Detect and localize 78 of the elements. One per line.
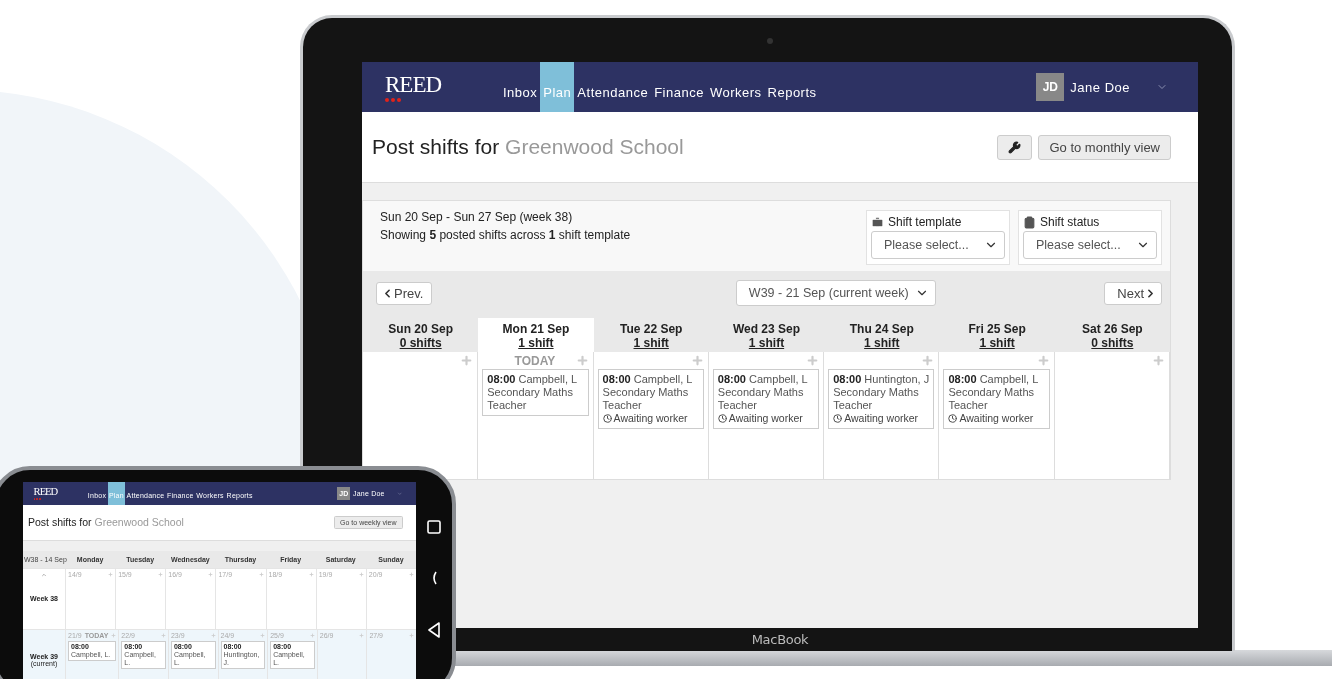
filter-label: Shift template xyxy=(888,215,962,229)
select-field[interactable]: Please select... xyxy=(1023,231,1157,259)
bracket-icon[interactable] xyxy=(431,571,437,585)
shift-count-link[interactable]: 1 shift xyxy=(864,336,900,350)
add-icon[interactable] xyxy=(1036,354,1050,367)
filter-label: Shift status xyxy=(1040,215,1100,229)
add-icon[interactable] xyxy=(208,571,214,577)
nav-tab[interactable]: Reports xyxy=(764,62,820,112)
day-name: Sun 20 Sep xyxy=(388,322,453,336)
select-field[interactable]: Please select... xyxy=(871,231,1005,259)
view-button[interactable]: Go to monthly view xyxy=(1038,134,1171,160)
settings-button[interactable] xyxy=(997,134,1033,160)
add-icon[interactable] xyxy=(111,632,117,638)
user-name[interactable]: Jane Doe xyxy=(1070,79,1130,95)
day-name: Tue 22 Sep xyxy=(619,322,683,336)
logo-text: REED xyxy=(385,72,442,96)
nav-tab[interactable]: Workers xyxy=(706,62,765,112)
shift-card[interactable]: 08:00 Huntington, J Secondary Maths Teacher Awaiting worker xyxy=(828,369,935,429)
add-icon[interactable] xyxy=(358,571,364,577)
date-range: Sun 20 Sep - Sun 27 Sep (week 38) xyxy=(380,210,574,224)
clock-icon xyxy=(717,414,727,423)
summary-text: Showing 5 posted shifts across 1 shift template xyxy=(380,228,631,242)
next-button[interactable]: Next xyxy=(1104,281,1162,305)
day-name: Mon 21 Sep xyxy=(502,322,570,336)
brand-label: MacBook xyxy=(751,632,809,647)
shift-count-link[interactable]: 1 shift xyxy=(979,336,1015,350)
shift-card[interactable]: 08:00 Campbell, L Secondary Maths Teacher Awaiting worker xyxy=(943,369,1050,429)
clock-icon xyxy=(602,414,612,423)
back-icon[interactable] xyxy=(427,621,441,638)
add-icon[interactable] xyxy=(359,632,365,638)
clipboard-icon xyxy=(1023,215,1036,229)
add-icon[interactable] xyxy=(690,354,704,367)
shift-count-link[interactable]: 0 shifts xyxy=(1091,336,1134,350)
add-icon[interactable] xyxy=(158,571,164,577)
add-icon[interactable] xyxy=(409,571,414,577)
collapse-icon[interactable] xyxy=(41,571,47,578)
add-icon[interactable] xyxy=(308,571,314,577)
add-icon[interactable] xyxy=(260,632,266,638)
shift-card[interactable]: 08:00 Campbell, L Secondary Maths Teacher Awaiting worker xyxy=(597,369,704,429)
caret-icon[interactable] xyxy=(396,490,403,497)
shift-count-link[interactable]: 0 shifts xyxy=(399,336,442,350)
add-icon[interactable] xyxy=(460,354,474,367)
nav-tab[interactable]: Attendance xyxy=(574,62,652,112)
add-icon[interactable] xyxy=(258,571,264,577)
today-label: TODAY xyxy=(513,353,557,368)
week-select[interactable]: W39 - 21 Sep (current week) xyxy=(735,280,936,306)
briefcase-icon xyxy=(871,215,884,229)
day-name: Fri 25 Sep xyxy=(968,322,1026,336)
shift-count-link[interactable]: 1 shift xyxy=(518,336,554,350)
nav-tab[interactable]: Inbox xyxy=(500,62,541,112)
add-icon[interactable] xyxy=(210,632,216,638)
page-title: Post shifts for Greenwood School xyxy=(372,135,684,159)
dots-icon xyxy=(385,97,401,102)
logo-text: REED xyxy=(33,486,58,498)
add-icon[interactable] xyxy=(575,354,589,367)
nav-tab[interactable]: Finance xyxy=(651,62,707,112)
shift-count-link[interactable]: 1 shift xyxy=(748,336,785,350)
add-icon[interactable] xyxy=(1152,354,1165,367)
add-icon[interactable] xyxy=(921,354,935,367)
day-name: Sat 26 Sep xyxy=(1082,322,1143,336)
avatar[interactable]: JD xyxy=(1036,73,1065,101)
shift-card[interactable]: 08:00 Campbell, L Secondary Maths Teacher xyxy=(482,369,589,416)
square-icon[interactable] xyxy=(427,520,441,535)
add-icon[interactable] xyxy=(806,354,820,367)
add-icon[interactable] xyxy=(409,632,414,638)
add-icon[interactable] xyxy=(160,632,166,638)
clock-icon xyxy=(948,414,958,423)
day-name: Thu 24 Sep xyxy=(849,322,914,336)
page-title: Post shifts for Greenwood School xyxy=(28,516,184,529)
shift-count-link[interactable]: 1 shift xyxy=(633,336,669,350)
prev-button[interactable]: Prev. xyxy=(376,281,433,305)
camera-icon xyxy=(767,38,773,44)
wrench-icon xyxy=(1008,140,1022,154)
add-icon[interactable] xyxy=(309,632,315,638)
shift-card[interactable]: 08:00 Campbell, L Secondary Maths Teacher Awaiting worker xyxy=(712,369,820,429)
add-icon[interactable] xyxy=(108,571,114,577)
day-name: Wed 23 Sep xyxy=(732,322,801,336)
clock-icon xyxy=(833,414,843,423)
